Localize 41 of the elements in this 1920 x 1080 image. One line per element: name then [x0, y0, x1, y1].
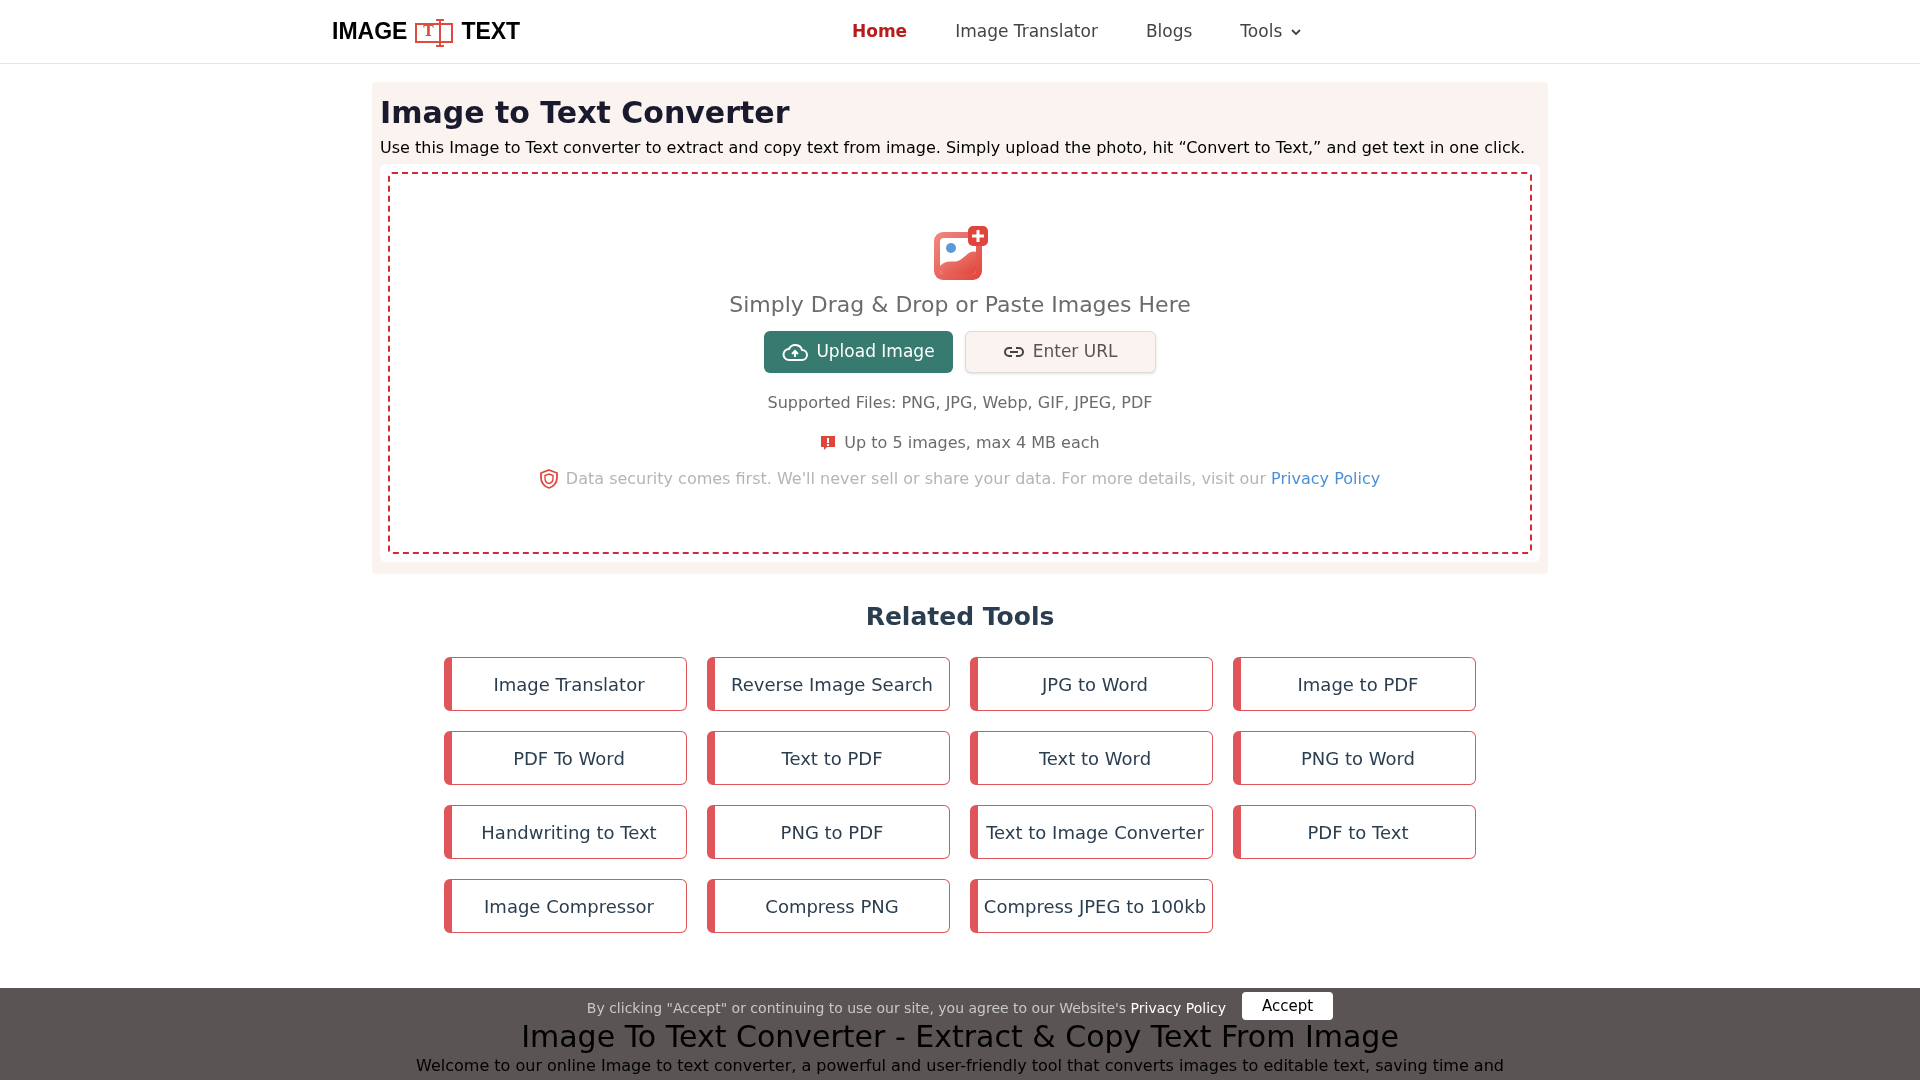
tool-link[interactable]: Text to PDF [707, 731, 950, 785]
tool-link[interactable]: Handwriting to Text [444, 805, 687, 859]
cookie-notice: By clicking "Accept" or continuing to use our site, you agree to our Website's Privacy Policy [586, 999, 1227, 1018]
link-icon [1002, 345, 1025, 358]
tool-link[interactable]: Text to Image Converter [970, 805, 1213, 859]
page-title: Image to Text Converter [380, 94, 791, 132]
tool-link[interactable]: PNG to PDF [707, 805, 950, 859]
logo-text: TEXT [461, 17, 521, 47]
article-heading: Image To Text Converter - Extract & Copy Text From Image [521, 1020, 1399, 1054]
nav-link[interactable]: Tools [1240, 18, 1303, 45]
cloud-upload-icon [782, 341, 809, 362]
tool-link[interactable]: Reverse Image Search [707, 657, 950, 711]
alert-icon [820, 434, 837, 451]
tool-link[interactable]: Image Translator [444, 657, 687, 711]
shield-icon [539, 468, 558, 489]
logo-text: IMAGE [332, 17, 408, 47]
drop-zone[interactable] [388, 171, 1532, 554]
image-add-icon [932, 225, 988, 282]
nav-link[interactable]: Blogs [1145, 18, 1193, 45]
tool-link[interactable]: Compress JPEG to 100kb [970, 879, 1213, 933]
section-heading: Related Tools [865, 600, 1055, 633]
enter-url-button[interactable]: Enter URL [964, 330, 1156, 373]
supported-files-text: Supported Files: PNG, JPG, Webp, GIF, JPEG, PDF [767, 391, 1153, 414]
limit-text: Up to 5 images, max 4 MB each [844, 431, 1100, 454]
accept-button[interactable]: Accept [1242, 992, 1334, 1020]
article-paragraph: Welcome to our online Image to text converter, a powerful and user-friendly tool that converts images to editable text, saving time and [416, 1056, 1504, 1076]
tool-link[interactable]: JPG to Word [970, 657, 1213, 711]
tool-link[interactable]: Image Compressor [444, 879, 687, 933]
page-subtitle: Use this Image to Text converter to extract and copy text from image. Simply upload the photo, hit “Convert to Text,” and get text in one click. [380, 136, 1527, 159]
tool-link[interactable]: Image to PDF [1233, 657, 1476, 711]
tool-link[interactable]: PDF to Text [1233, 805, 1476, 859]
privacy-policy-link[interactable]: Privacy Policy [1130, 1000, 1227, 1016]
tool-link[interactable]: PDF To Word [444, 731, 687, 785]
drop-prompt: Simply Drag & Drop or Paste Images Here [729, 290, 1191, 319]
tool-link[interactable]: PNG to Word [1233, 731, 1476, 785]
upload-image-button[interactable]: Upload Image [764, 330, 953, 373]
security-notice: Data security comes first. We'll never sell or share your data. For more details, visit our Privacy Policy [565, 467, 1381, 490]
tool-link[interactable]: Compress PNG [707, 879, 950, 933]
nav-link[interactable]: Image Translator [955, 18, 1098, 45]
nav-link[interactable]: Home [852, 18, 908, 45]
tool-link[interactable]: Text to Word [970, 731, 1213, 785]
